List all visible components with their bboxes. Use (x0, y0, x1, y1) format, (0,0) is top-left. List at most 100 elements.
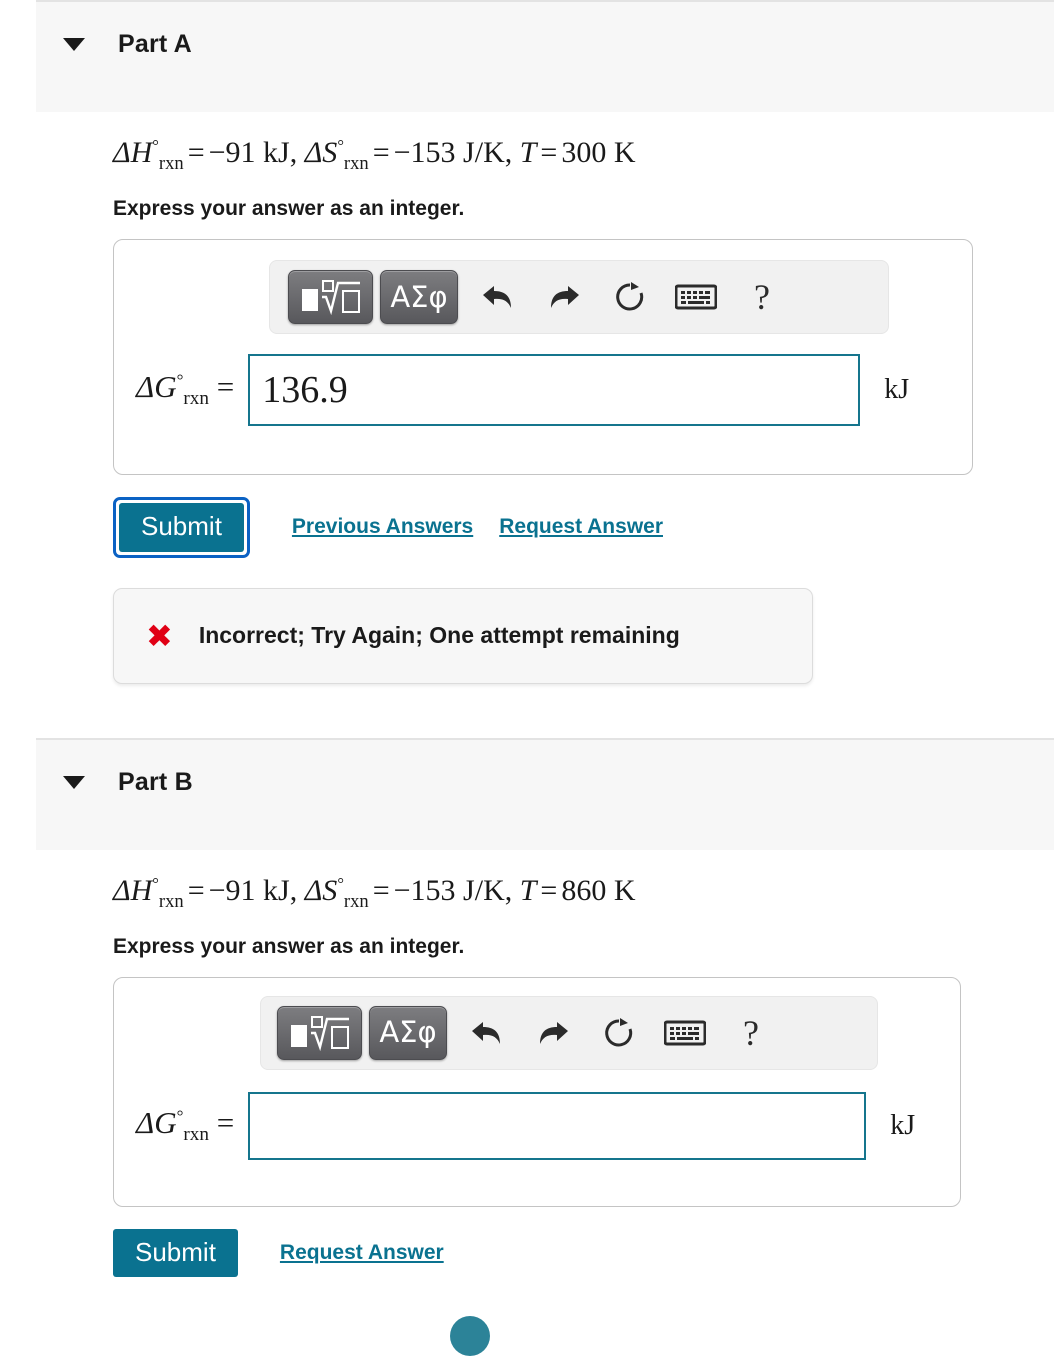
part-a-request-answer-link[interactable]: Request Answer (499, 515, 663, 539)
equals-sign: = (372, 873, 390, 907)
reset-button[interactable] (597, 270, 663, 324)
keyboard-icon (675, 284, 717, 310)
degree-icon: ° (176, 371, 184, 391)
part-a-statement: ΔH°rxn = −91 kJ, ΔS°rxn = −153 J/K, T = 300 K (113, 112, 1024, 175)
part-b-gibbs-symbol: ΔG (136, 1105, 177, 1140)
part-a-enthalpy-sub: rxn (158, 153, 184, 174)
part-b-instruction: Express your answer as an integer. (113, 934, 465, 958)
math-template-button[interactable] (277, 1005, 362, 1060)
part-a-answer-input[interactable] (248, 354, 861, 426)
part-a-previous-answers-link[interactable]: Previous Answers (292, 515, 473, 539)
help-button[interactable]: ? (729, 270, 795, 324)
part-a-header[interactable]: Part A (36, 0, 1054, 112)
part-b-header[interactable]: Part B (36, 737, 1054, 850)
part-b-title: Part B (118, 767, 193, 796)
part-a-gibbs-symbol: ΔG (136, 369, 177, 405)
part-b-temperature-value: 860 K (561, 873, 636, 907)
undo-button[interactable] (465, 270, 531, 324)
degree-icon: ° (152, 136, 159, 155)
part-a-entropy-symbol: ΔS (304, 136, 338, 169)
part-b-answer-unit: kJ (890, 1109, 916, 1141)
help-question-mark-icon: ? (743, 1012, 759, 1053)
part-a-math-toolbar: ΑΣφ ? (269, 260, 889, 334)
part-b-entropy-symbol: ΔS (304, 873, 338, 907)
part-a-collapse-toggle[interactable] (62, 38, 86, 51)
undo-button[interactable] (454, 1006, 520, 1060)
undo-arrow-icon (472, 1021, 500, 1044)
part-a-enthalpy-value: −91 kJ (208, 136, 290, 169)
part-b-statement: ΔH°rxn = −91 kJ, ΔS°rxn = −153 J/K, T = 860 K (113, 850, 1024, 913)
help-button[interactable]: ? (718, 1006, 784, 1060)
greek-symbols-button[interactable]: ΑΣφ (369, 1005, 447, 1060)
part-b-submit-wrap: Submit (113, 1228, 238, 1278)
part-a-entropy-value: −153 J/K (393, 136, 505, 169)
keyboard-button[interactable] (652, 1006, 718, 1060)
math-template-icon (301, 280, 360, 315)
part-a-answer-panel: ΑΣφ ? ΔG°rxn = 136.9 kJ (113, 239, 973, 475)
part-b-math-toolbar: ΑΣφ ? (260, 995, 878, 1070)
degree-icon: ° (337, 136, 344, 155)
part-a-submit-button[interactable]: Submit (119, 503, 244, 552)
caret-down-icon (63, 38, 85, 51)
greek-symbols-label: ΑΣφ (379, 1015, 437, 1050)
keyboard-button[interactable] (663, 270, 729, 324)
greek-symbols-button[interactable]: ΑΣφ (380, 270, 458, 324)
redo-arrow-icon (540, 1021, 568, 1044)
part-a-answer-equals: = (216, 369, 235, 405)
caret-down-icon (63, 775, 85, 789)
math-template-icon (290, 1015, 349, 1051)
math-template-button[interactable] (288, 270, 373, 324)
equals-sign: = (540, 873, 558, 907)
part-b-answer-input[interactable] (248, 1091, 867, 1160)
reset-circular-arrow-icon (616, 282, 644, 311)
red-x-icon: ✖ (146, 616, 173, 655)
reset-circular-arrow-icon (605, 1017, 633, 1047)
part-b-collapse-toggle[interactable] (62, 775, 86, 789)
part-b-entropy-value: −153 J/K (393, 873, 505, 907)
part-a-gibbs-sub: rxn (183, 388, 210, 410)
floating-action-button[interactable] (450, 1316, 490, 1356)
undo-arrow-icon (483, 286, 511, 308)
reset-button[interactable] (586, 1006, 652, 1060)
part-a-enthalpy-symbol: ΔH (113, 136, 153, 169)
help-question-mark-icon: ? (754, 277, 770, 317)
part-a-temperature-symbol: T (519, 136, 537, 169)
degree-icon: ° (152, 873, 159, 893)
equals-sign: = (540, 136, 558, 169)
degree-icon: ° (176, 1106, 184, 1126)
part-a-answer-row: ΔG°rxn = kJ (114, 354, 972, 426)
part-a-answer-label: ΔG°rxn = (136, 369, 234, 410)
equals-sign: = (187, 136, 205, 169)
part-a-body: ΔH°rxn = −91 kJ, ΔS°rxn = −153 J/K, T = 300 K … (0, 112, 1054, 684)
part-b-temperature-symbol: T (519, 873, 537, 907)
part-a-instruction: Express your answer as an integer. (113, 197, 465, 220)
keyboard-icon (664, 1020, 706, 1046)
part-b-answer-row: ΔG°rxn = kJ (114, 1091, 960, 1160)
equals-sign: = (187, 873, 205, 907)
part-a-feedback-banner: ✖ Incorrect; Try Again; One attempt rema… (113, 587, 813, 684)
part-a-actions: Submit Previous Answers Request Answer (113, 497, 1024, 558)
problem-page: Part A ΔH°rxn = −91 kJ, ΔS°rxn = −153 J/K, T… (0, 0, 1054, 1356)
greek-symbols-label: ΑΣφ (390, 279, 448, 314)
comma: , (504, 136, 520, 169)
redo-button[interactable] (520, 1006, 586, 1060)
part-b-enthalpy-symbol: ΔH (113, 873, 153, 907)
comma: , (289, 136, 305, 169)
part-a-title: Part A (118, 30, 192, 58)
part-b-answer-panel: ΑΣφ ? ΔG°rxn = kJ (113, 976, 961, 1207)
redo-arrow-icon (551, 286, 579, 308)
part-b-enthalpy-sub: rxn (158, 890, 184, 912)
part-b-answer-label: ΔG°rxn = (136, 1105, 234, 1146)
part-b-submit-button[interactable]: Submit (113, 1228, 238, 1278)
part-b-answer-equals: = (216, 1105, 235, 1140)
part-a-answer-unit: kJ (884, 374, 910, 405)
equals-sign: = (372, 136, 390, 169)
part-b-request-answer-link[interactable]: Request Answer (280, 1241, 444, 1265)
part-b-body: ΔH°rxn = −91 kJ, ΔS°rxn = −153 J/K, T = 860 K … (0, 850, 1054, 1278)
part-a-feedback-text: Incorrect; Try Again; One attempt remain… (198, 622, 680, 649)
degree-icon: ° (337, 873, 344, 893)
part-b-gibbs-sub: rxn (183, 1124, 210, 1146)
redo-button[interactable] (531, 270, 597, 324)
comma: , (289, 873, 305, 907)
